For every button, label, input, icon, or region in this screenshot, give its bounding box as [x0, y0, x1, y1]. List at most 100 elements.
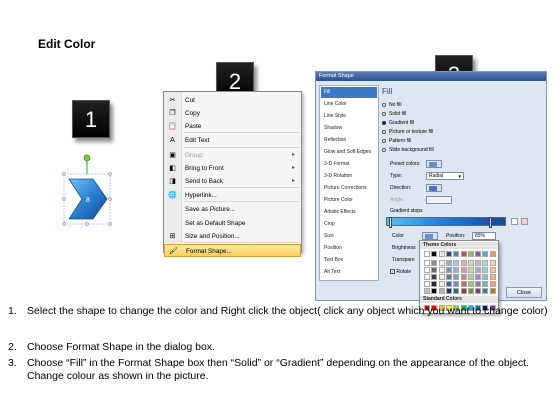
menu-item-group[interactable]: ▣ Group ▸	[164, 149, 301, 162]
theme-color-swatch[interactable]	[438, 281, 445, 287]
selected-shape[interactable]: 8	[57, 152, 117, 232]
radio-button[interactable]	[382, 147, 386, 152]
color-button[interactable]	[422, 232, 438, 240]
radio-button[interactable]	[382, 111, 386, 116]
dialog-title[interactable]: Format Shape	[316, 72, 546, 81]
theme-color-swatch[interactable]	[431, 251, 438, 257]
menu-item-copy[interactable]: ❐ Copy	[164, 107, 301, 120]
theme-color-swatch[interactable]	[424, 288, 430, 294]
theme-color-swatch[interactable]	[453, 281, 460, 287]
category-text-box[interactable]: Text Box	[321, 255, 377, 266]
theme-color-swatch[interactable]	[475, 288, 482, 294]
theme-color-swatch[interactable]	[453, 274, 460, 280]
gradient-stops-bar[interactable]	[386, 217, 506, 228]
category-crop[interactable]: Crop	[321, 219, 377, 230]
type-dropdown[interactable]: Radial ▼	[426, 172, 464, 180]
category-size[interactable]: Size	[321, 231, 377, 242]
menu-item-paste[interactable]: 📋 Paste	[164, 120, 301, 133]
theme-color-swatch[interactable]	[460, 274, 467, 280]
theme-color-swatch[interactable]	[467, 260, 474, 266]
position-input[interactable]: 85%	[472, 232, 496, 240]
category-3-d-rotation[interactable]: 3-D Rotation	[321, 171, 377, 182]
category-line-style[interactable]: Line Style	[321, 111, 377, 122]
fill-option-picture-or-texture-fill[interactable]: Picture or texture fill	[382, 128, 433, 136]
category-line-color[interactable]: Line Color	[321, 99, 377, 110]
direction-button[interactable]	[426, 184, 442, 192]
theme-color-swatch[interactable]	[482, 274, 489, 280]
theme-color-swatch[interactable]	[453, 251, 460, 257]
category-fill[interactable]: Fill	[321, 87, 377, 98]
theme-color-swatch[interactable]	[475, 281, 482, 287]
category-3-d-format[interactable]: 3-D Format	[321, 159, 377, 170]
theme-color-swatch[interactable]	[424, 251, 430, 257]
theme-color-swatch[interactable]	[489, 274, 496, 280]
theme-color-swatch[interactable]	[431, 281, 438, 287]
rotate-with-shape[interactable]: ✓ Rotate	[390, 268, 411, 276]
theme-color-swatch[interactable]	[460, 288, 467, 294]
category-alt-text[interactable]: Alt Text	[321, 267, 377, 278]
theme-color-swatch[interactable]	[424, 267, 430, 273]
theme-color-swatch[interactable]	[445, 281, 452, 287]
theme-color-swatch[interactable]	[438, 260, 445, 266]
theme-color-swatch[interactable]	[438, 288, 445, 294]
theme-color-swatch[interactable]	[467, 288, 474, 294]
theme-color-swatch[interactable]	[482, 288, 489, 294]
theme-color-swatch[interactable]	[460, 260, 467, 266]
category-glow-and-soft-edges[interactable]: Glow and Soft Edges	[321, 147, 377, 158]
theme-color-swatch[interactable]	[482, 267, 489, 273]
category-reflection[interactable]: Reflection	[321, 135, 377, 146]
theme-color-swatch[interactable]	[475, 274, 482, 280]
radio-button[interactable]	[382, 102, 386, 107]
theme-color-swatch[interactable]	[424, 274, 430, 280]
theme-color-swatch[interactable]	[467, 281, 474, 287]
menu-item-save-as-picture[interactable]: Save as Picture...	[164, 203, 301, 216]
menu-item-send-to-back[interactable]: ◨ Send to Back ▸	[164, 175, 301, 188]
radio-button[interactable]	[382, 129, 386, 134]
radio-button[interactable]	[382, 120, 386, 125]
theme-color-swatch[interactable]	[460, 267, 467, 273]
theme-color-swatch[interactable]	[438, 267, 445, 273]
menu-item-format-shape[interactable]: 🖌 Format Shape...	[164, 244, 301, 257]
theme-color-swatch[interactable]	[453, 260, 460, 266]
fill-option-solid-fill[interactable]: Solid fill	[382, 110, 406, 118]
category-artistic-effects[interactable]: Artistic Effects	[321, 207, 377, 218]
chevron-shape[interactable]: 8	[57, 152, 117, 232]
theme-color-swatch[interactable]	[424, 260, 430, 266]
checkbox-icon[interactable]: ✓	[390, 269, 395, 275]
preset-colors-button[interactable]	[426, 160, 442, 168]
theme-color-swatch[interactable]	[431, 267, 438, 273]
theme-color-swatch[interactable]	[460, 281, 467, 287]
theme-color-swatch[interactable]	[445, 260, 452, 266]
menu-item-size-and-position[interactable]: ⊞ Size and Position...	[164, 230, 301, 243]
theme-color-swatch[interactable]	[489, 260, 496, 266]
theme-color-swatch[interactable]	[482, 251, 489, 257]
remove-stop-icon[interactable]	[521, 218, 528, 225]
menu-item-edit-text[interactable]: A Edit Text	[164, 134, 301, 147]
menu-item-hyperlink[interactable]: 🌐 Hyperlink...	[164, 189, 301, 202]
theme-color-swatch[interactable]	[489, 281, 496, 287]
theme-color-swatch[interactable]	[445, 251, 452, 257]
fill-option-slide-background-fill[interactable]: Slide background fill	[382, 146, 434, 154]
theme-color-swatch[interactable]	[467, 251, 474, 257]
category-shadow[interactable]: Shadow	[321, 123, 377, 134]
theme-color-swatch[interactable]	[445, 274, 452, 280]
theme-color-swatch[interactable]	[475, 260, 482, 266]
theme-color-swatch[interactable]	[489, 267, 496, 273]
theme-color-swatch[interactable]	[489, 288, 496, 294]
theme-color-swatch[interactable]	[467, 267, 474, 273]
rotation-handle[interactable]	[83, 154, 91, 162]
theme-color-swatch[interactable]	[482, 281, 489, 287]
menu-item-cut[interactable]: ✂ Cut	[164, 94, 301, 107]
menu-item-bring-to-front[interactable]: ◧ Bring to Front ▸	[164, 162, 301, 175]
fill-option-gradient-fill[interactable]: Gradient fill	[382, 119, 414, 127]
close-button[interactable]: Close	[506, 287, 542, 298]
add-stop-icon[interactable]	[511, 218, 518, 225]
theme-color-swatch[interactable]	[424, 281, 430, 287]
theme-color-swatch[interactable]	[445, 288, 452, 294]
fill-option-pattern-fill[interactable]: Pattern fill	[382, 137, 411, 145]
theme-color-swatch[interactable]	[489, 251, 496, 257]
gradient-stop[interactable]	[389, 217, 392, 228]
theme-color-swatch[interactable]	[467, 274, 474, 280]
theme-color-swatch[interactable]	[431, 274, 438, 280]
theme-color-swatch[interactable]	[438, 251, 445, 257]
